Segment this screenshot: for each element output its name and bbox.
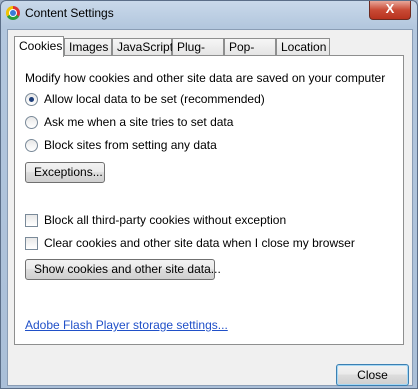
tab-cookies[interactable]: Cookies	[14, 36, 64, 57]
radio-label: Allow local data to be set (recommended)	[44, 92, 265, 106]
tab-plug-ins[interactable]: Plug-ins	[172, 38, 224, 71]
checkbox-label: Clear cookies and other site data when I…	[44, 236, 355, 250]
window-close-button[interactable]: X	[369, 1, 411, 20]
tab-location[interactable]: Location	[276, 38, 330, 55]
title-bar: Content Settings X	[1, 1, 417, 27]
cookies-panel: Modify how cookies and other site data a…	[14, 55, 404, 345]
tab-javascript[interactable]: JavaScript	[112, 38, 173, 55]
radio-label: Ask me when a site tries to set data	[44, 115, 234, 129]
radio-button[interactable]	[25, 93, 38, 106]
checkbox[interactable]	[25, 214, 38, 227]
close-icon: X	[385, 1, 395, 16]
checkbox-label: Block all third-party cookies without ex…	[44, 213, 287, 227]
tab-pop-ups[interactable]: Pop-ups	[224, 38, 276, 71]
radio-button[interactable]	[25, 139, 38, 152]
close-button[interactable]: Close	[336, 364, 409, 386]
window-title: Content Settings	[25, 6, 114, 20]
tab-images[interactable]: Images	[64, 38, 112, 55]
show-cookies-button[interactable]: Show cookies and other site data...	[25, 259, 221, 280]
radio-label: Block sites from setting any data	[44, 138, 217, 152]
cookies-description: Modify how cookies and other site data a…	[25, 71, 386, 85]
dialog-body: Cookies Images JavaScript Plug-ins Pop-u…	[7, 29, 413, 386]
content-settings-dialog: Content Settings X Cookies Images JavaSc…	[0, 0, 418, 389]
chrome-logo-icon	[6, 6, 20, 20]
checkbox[interactable]	[25, 237, 38, 250]
radio-button[interactable]	[25, 116, 38, 129]
exceptions-button[interactable]: Exceptions...	[25, 162, 105, 183]
flash-storage-settings-link[interactable]: Adobe Flash Player storage settings...	[25, 318, 228, 332]
